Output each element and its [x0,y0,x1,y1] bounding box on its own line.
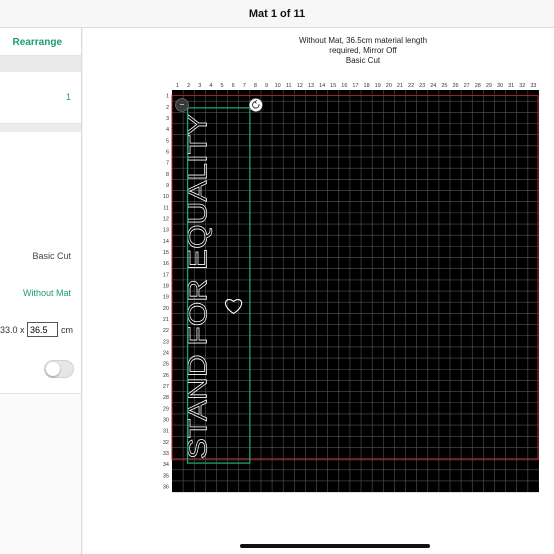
column-label: 17 [352,83,358,89]
row-label: 8 [166,172,169,178]
column-label: 31 [508,83,514,89]
column-label: 2 [187,83,190,89]
row-label: 4 [166,127,169,133]
column-label: 18 [364,83,370,89]
row-label: 11 [163,205,169,211]
row-label: 2 [166,105,169,111]
row-label: 28 [163,395,169,401]
column-label: 15 [330,83,336,89]
row-label: 3 [166,116,169,122]
section-divider [0,124,81,132]
column-label: 3 [198,83,201,89]
column-label: 22 [408,83,414,89]
row-label: 34 [163,462,169,468]
settings-section [0,132,81,394]
size-unit-label: cm [61,325,73,335]
copies-value[interactable]: 1 [66,92,71,102]
row-label: 25 [163,362,169,368]
column-ruler: 1 2 3 4 5 6 7 8 9 10 11 12 13 14 15 16 17 18 19 20 21 22 23 24 2… [176,83,536,89]
home-indicator [240,544,430,548]
section-divider [0,56,81,72]
row-label: 15 [163,250,169,256]
more-options-button[interactable]: ••• [175,98,189,112]
column-label: 27 [464,83,470,89]
left-panel: Rearrange 1 Basic Cut Without Mat 33.0 x… [0,28,82,554]
column-label: 5 [221,83,224,89]
column-label: 19 [375,83,381,89]
column-label: 23 [419,83,425,89]
mirror-toggle[interactable] [44,360,74,378]
column-label: 4 [209,83,212,89]
column-label: 21 [397,83,403,89]
row-label: 9 [166,183,169,189]
column-label: 32 [519,83,525,89]
column-label: 9 [265,83,268,89]
row-label: 1 [166,94,169,100]
column-label: 13 [308,83,314,89]
row-label: 23 [163,339,169,345]
row-label: 29 [163,406,169,412]
column-label: 14 [319,83,325,89]
column-label: 29 [486,83,492,89]
toggle-knob [46,362,60,376]
column-label: 30 [497,83,503,89]
row-label: 12 [163,216,169,222]
row-label: 5 [166,138,169,144]
row-label: 19 [163,295,169,301]
mat-preview-area: Without Mat, 36.5cm material length requ… [83,28,554,554]
column-label: 33 [530,83,536,89]
row-label: 18 [163,283,169,289]
size-width-label: 33.0 x [0,325,25,335]
row-label: 35 [163,473,169,479]
column-label: 8 [254,83,257,89]
column-label: 1 [176,83,179,89]
cut-type-value: Basic Cut [32,251,71,261]
material-length-input[interactable] [27,322,58,337]
row-label: 16 [163,261,169,267]
row-label: 27 [163,384,169,390]
row-ruler: 1234567891011121314151617181920212223242… [163,94,169,491]
row-label: 26 [163,373,169,379]
cutting-mat: 1 2 3 4 5 6 7 8 9 10 11 12 13 14 15 16 17 18 19 20 21 22 23 24 2… [163,83,539,493]
row-label: 30 [163,418,169,424]
rotate-button[interactable] [249,98,263,112]
row-label: 31 [163,429,169,435]
rearrange-button[interactable]: Rearrange [0,37,80,48]
material-size-row: 33.0 x cm [0,322,81,338]
column-label: 6 [232,83,235,89]
row-label: 10 [163,194,169,200]
top-bar: Mat 1 of 11 [0,0,554,28]
row-label: 17 [163,272,169,278]
rearrange-row: Rearrange [0,28,81,56]
page-title: Mat 1 of 11 [248,8,306,20]
column-label: 12 [297,83,303,89]
column-label: 26 [452,83,458,89]
row-label: 36 [163,485,169,491]
row-label: 13 [163,228,169,234]
column-label: 10 [275,83,281,89]
column-label: 24 [430,83,436,89]
row-label: 6 [166,149,169,155]
mat-option-select[interactable]: Without Mat [23,288,71,298]
row-label: 24 [163,350,169,356]
empty-section [0,394,81,554]
row-label: 32 [163,440,169,446]
column-label: 7 [243,83,246,89]
column-label: 20 [386,83,392,89]
row-label: 7 [166,161,169,167]
column-label: 25 [441,83,447,89]
row-label: 20 [163,306,169,312]
row-label: 14 [163,239,169,245]
column-label: 16 [341,83,347,89]
row-label: 22 [163,328,169,334]
column-label: 11 [286,83,292,89]
row-label: 21 [163,317,169,323]
column-label: 28 [475,83,481,89]
row-label: 33 [163,451,169,457]
rotate-icon [249,98,263,112]
